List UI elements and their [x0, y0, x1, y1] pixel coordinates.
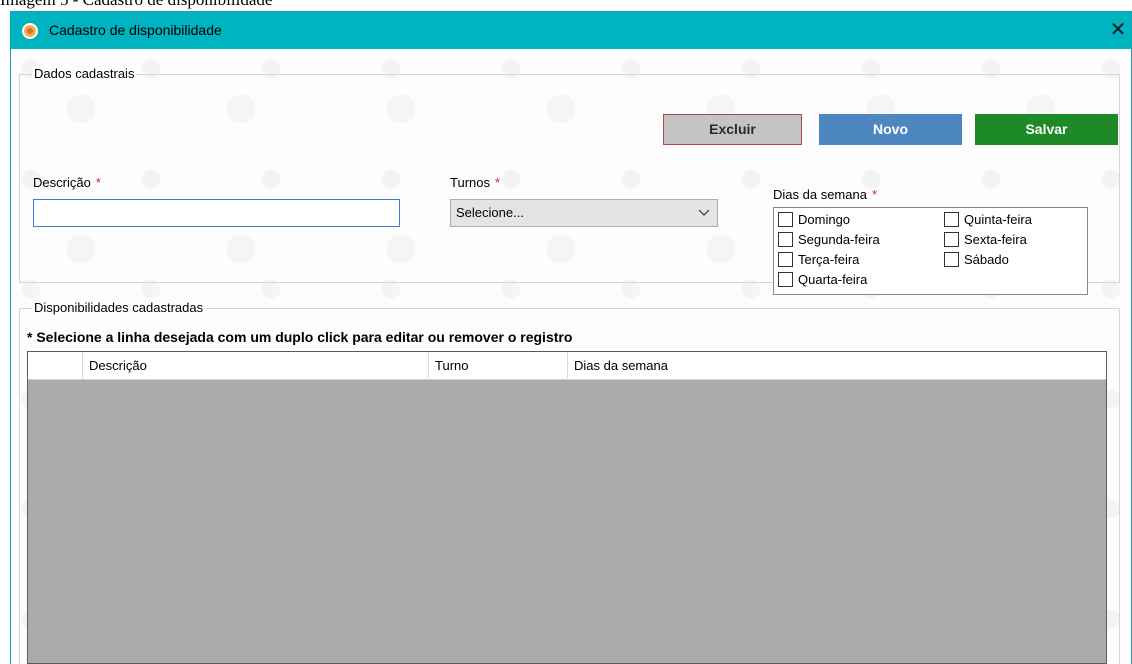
- turnos-selected-value: Selecione...: [456, 205, 524, 220]
- checkbox-box[interactable]: [778, 272, 793, 287]
- checkbox-segunda-feira[interactable]: Segunda-feira: [778, 231, 880, 251]
- table-header: Descrição Turno Dias da semana: [28, 352, 1106, 380]
- checkbox-sabado[interactable]: Sábado: [944, 251, 1009, 271]
- checkbox-box[interactable]: [944, 232, 959, 247]
- dias-semana-checklist: Domingo Segunda-feira Terça-feira Quarta…: [773, 207, 1088, 295]
- checkbox-label: Domingo: [798, 212, 851, 227]
- checkbox-box[interactable]: [778, 252, 793, 267]
- checkbox-domingo[interactable]: Domingo: [778, 211, 850, 231]
- checkbox-quinta-feira[interactable]: Quinta-feira: [944, 211, 1032, 231]
- column-header-dias-semana[interactable]: Dias da semana: [568, 352, 1106, 380]
- novo-button[interactable]: Novo: [819, 114, 962, 145]
- checkbox-box[interactable]: [778, 212, 793, 227]
- turnos-label: Turnos *: [450, 175, 500, 190]
- descricao-label: Descrição *: [33, 175, 101, 190]
- checkbox-sexta-feira[interactable]: Sexta-feira: [944, 231, 1027, 251]
- client-area: Dados cadastrais Excluir Novo Salvar Des…: [11, 49, 1131, 664]
- title-bar[interactable]: Cadastro de disponibilidade ✕: [11, 12, 1131, 49]
- column-header-turno[interactable]: Turno: [429, 352, 568, 380]
- turnos-required-mark: *: [494, 175, 501, 190]
- descricao-label-text: Descrição: [33, 175, 91, 190]
- checkbox-label: Segunda-feira: [798, 232, 880, 247]
- checkbox-label: Sábado: [964, 252, 1009, 267]
- turnos-select[interactable]: Selecione...: [450, 199, 718, 227]
- turnos-label-text: Turnos: [450, 175, 490, 190]
- dias-semana-label: Dias da semana *: [773, 187, 877, 202]
- app-icon: [22, 23, 38, 39]
- dias-semana-label-text: Dias da semana: [773, 187, 867, 202]
- row-header-column[interactable]: [28, 352, 83, 380]
- checkbox-terca-feira[interactable]: Terça-feira: [778, 251, 859, 271]
- descricao-input[interactable]: [33, 199, 400, 227]
- column-header-descricao[interactable]: Descrição: [83, 352, 429, 380]
- disponibilidades-table[interactable]: Descrição Turno Dias da semana: [27, 351, 1107, 664]
- chevron-down-icon: [698, 209, 710, 216]
- checkbox-box[interactable]: [944, 212, 959, 227]
- document-caption: Imagem 5 - Cadastro de disponibilidade: [0, 0, 272, 11]
- instruction-text: * Selecione a linha desejada com um dupl…: [27, 329, 573, 345]
- close-icon[interactable]: ✕: [1105, 12, 1131, 49]
- descricao-required-mark: *: [95, 175, 101, 190]
- window: Cadastro de disponibilidade ✕ Dados cada…: [10, 11, 1132, 664]
- checkbox-quarta-feira[interactable]: Quarta-feira: [778, 271, 867, 291]
- checkbox-label: Quinta-feira: [964, 212, 1032, 227]
- checkbox-label: Quarta-feira: [798, 272, 868, 287]
- checkbox-label: Terça-feira: [798, 252, 860, 267]
- window-title: Cadastro de disponibilidade: [49, 22, 222, 38]
- checkbox-box[interactable]: [944, 252, 959, 267]
- checkbox-box[interactable]: [778, 232, 793, 247]
- dados-cadastrais-title: Dados cadastrais: [32, 66, 137, 81]
- checkbox-label: Sexta-feira: [964, 232, 1027, 247]
- dados-cadastrais-group: Dados cadastrais Excluir Novo Salvar Des…: [19, 66, 1120, 295]
- excluir-button[interactable]: Excluir: [663, 114, 802, 145]
- salvar-button[interactable]: Salvar: [975, 114, 1118, 145]
- disponibilidades-title: Disponibilidades cadastradas: [32, 300, 206, 315]
- dias-semana-required-mark: *: [871, 187, 878, 202]
